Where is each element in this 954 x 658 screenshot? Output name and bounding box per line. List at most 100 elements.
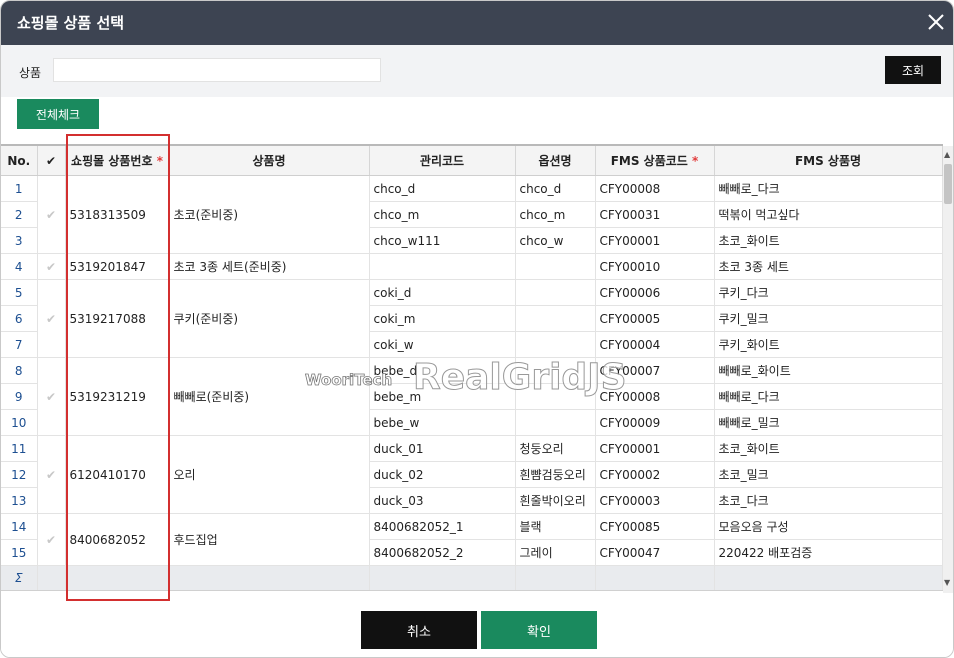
summary-cell (37, 565, 66, 591)
fms-code-cell[interactable]: CFY00010 (595, 253, 715, 280)
option-name-cell[interactable] (515, 409, 596, 436)
product-name-cell[interactable]: 초코(준비중) (169, 175, 370, 254)
mgmt-code-cell[interactable]: chco_w111 (369, 227, 516, 254)
close-icon[interactable] (921, 7, 951, 37)
fms-code-cell[interactable]: CFY00008 (595, 175, 715, 202)
fms-name-cell[interactable]: 220422 배포검증 (714, 539, 943, 566)
scroll-thumb[interactable] (944, 164, 952, 204)
fms-code-cell[interactable]: CFY00006 (595, 279, 715, 306)
row-number: 7 (1, 331, 38, 358)
search-bar: 상품 조회 (1, 45, 953, 97)
dialog-titlebar: 쇼핑몰 상품 선택 (1, 1, 953, 45)
product-name-cell[interactable]: 초코 3종 세트(준비중) (169, 253, 370, 280)
realgrid-watermark: WooriTech RealGridJS (305, 357, 627, 398)
mgmt-code-cell[interactable]: duck_03 (369, 487, 516, 514)
product-name-cell[interactable]: 오리 (169, 435, 370, 514)
cancel-button[interactable]: 취소 (361, 611, 477, 649)
check-all-button[interactable]: 전체체크 (17, 99, 99, 129)
fms-code-cell[interactable]: CFY00002 (595, 461, 715, 488)
row-number: 1 (1, 175, 38, 202)
mgmt-code-cell[interactable]: duck_02 (369, 461, 516, 488)
fms-code-cell[interactable]: CFY00047 (595, 539, 715, 566)
product-name-cell[interactable]: 쿠키(준비중) (169, 279, 370, 358)
fms-name-cell[interactable]: 쿠키_다크 (714, 279, 943, 306)
option-name-cell[interactable]: chco_m (515, 201, 596, 228)
mgmt-code-cell[interactable]: chco_m (369, 201, 516, 228)
option-name-cell[interactable]: 청둥오리 (515, 435, 596, 462)
header-fms-code[interactable]: FMS 상품코드 * (595, 144, 715, 176)
product-search-input[interactable] (53, 58, 381, 82)
confirm-button[interactable]: 확인 (481, 611, 597, 649)
fms-code-cell[interactable]: CFY00003 (595, 487, 715, 514)
row-number: 12 (1, 461, 38, 488)
mgmt-code-cell[interactable]: 8400682052_1 (369, 513, 516, 540)
sigma-icon: Σ (1, 565, 38, 591)
option-name-cell[interactable] (515, 253, 596, 280)
fms-name-cell[interactable]: 빼빼로_화이트 (714, 357, 943, 384)
scroll-down-icon[interactable]: ▼ (944, 578, 950, 587)
mgmt-code-cell[interactable]: bebe_w (369, 409, 516, 436)
option-name-cell[interactable]: 흰줄박이오리 (515, 487, 596, 514)
header-no[interactable]: No. (1, 144, 38, 176)
product-select-dialog: 쇼핑몰 상품 선택 상품 조회 전체체크 No. ✔ 쇼핑몰 상품번호 * 상품… (0, 0, 954, 658)
option-name-cell[interactable]: 그레이 (515, 539, 596, 566)
fms-name-cell[interactable]: 초코_밀크 (714, 461, 943, 488)
summary-cell (714, 565, 943, 591)
svg-text:RealGridJS: RealGridJS (413, 357, 627, 397)
product-name-cell[interactable]: 후드집업 (169, 513, 370, 566)
summary-cell (515, 565, 596, 591)
header-fms-name[interactable]: FMS 상품명 (714, 144, 943, 176)
fms-name-cell[interactable]: 쿠키_화이트 (714, 331, 943, 358)
search-button[interactable]: 조회 (885, 56, 941, 84)
fms-name-cell[interactable]: 모음오음 구성 (714, 513, 943, 540)
header-mgmt-code[interactable]: 관리코드 (369, 144, 516, 176)
header-check[interactable]: ✔ (37, 144, 66, 176)
option-name-cell[interactable]: 블랙 (515, 513, 596, 540)
mgmt-code-cell[interactable]: duck_01 (369, 435, 516, 462)
fms-code-cell[interactable]: CFY00001 (595, 227, 715, 254)
search-label: 상품 (19, 66, 42, 80)
row-checkbox[interactable]: ✔ (37, 175, 66, 254)
fms-code-cell[interactable]: CFY00085 (595, 513, 715, 540)
option-name-cell[interactable]: 흰뺨검둥오리 (515, 461, 596, 488)
mgmt-code-cell[interactable]: chco_d (369, 175, 516, 202)
fms-name-cell[interactable]: 초코_화이트 (714, 227, 943, 254)
vertical-scrollbar[interactable]: ▲ ▼ (943, 146, 953, 593)
fms-name-cell[interactable]: 빼빼로_다크 (714, 383, 943, 410)
fms-name-cell[interactable]: 빼빼로_다크 (714, 175, 943, 202)
mgmt-code-cell[interactable]: 8400682052_2 (369, 539, 516, 566)
svg-text:WooriTech: WooriTech (305, 371, 392, 389)
fms-code-cell[interactable]: CFY00005 (595, 305, 715, 332)
fms-name-cell[interactable]: 초코 3종 세트 (714, 253, 943, 280)
fms-name-cell[interactable]: 쿠키_밀크 (714, 305, 943, 332)
fms-name-cell[interactable]: 초코_화이트 (714, 435, 943, 462)
fms-code-cell[interactable]: CFY00001 (595, 435, 715, 462)
row-number: 9 (1, 383, 38, 410)
summary-cell (595, 565, 715, 591)
fms-code-cell[interactable]: CFY00031 (595, 201, 715, 228)
row-number: 13 (1, 487, 38, 514)
scroll-up-icon[interactable]: ▲ (944, 150, 950, 159)
fms-name-cell[interactable]: 빼빼로_밀크 (714, 409, 943, 436)
mgmt-code-cell[interactable] (369, 253, 516, 280)
row-number: 15 (1, 539, 38, 566)
row-checkbox[interactable]: ✔ (37, 357, 66, 436)
row-checkbox[interactable]: ✔ (37, 513, 66, 566)
header-option-name[interactable]: 옵션명 (515, 144, 596, 176)
fms-code-cell[interactable]: CFY00009 (595, 409, 715, 436)
fms-name-cell[interactable]: 초코_다크 (714, 487, 943, 514)
mgmt-code-cell[interactable]: coki_d (369, 279, 516, 306)
option-name-cell[interactable] (515, 279, 596, 306)
option-name-cell[interactable]: chco_d (515, 175, 596, 202)
row-checkbox[interactable]: ✔ (37, 253, 66, 280)
option-name-cell[interactable]: chco_w (515, 227, 596, 254)
header-product-name[interactable]: 상품명 (169, 144, 370, 176)
row-checkbox[interactable]: ✔ (37, 279, 66, 358)
fms-name-cell[interactable]: 떡볶이 먹고싶다 (714, 201, 943, 228)
row-checkbox[interactable]: ✔ (37, 435, 66, 514)
summary-cell (169, 565, 370, 591)
option-name-cell[interactable] (515, 305, 596, 332)
mgmt-code-cell[interactable]: coki_m (369, 305, 516, 332)
row-number: 10 (1, 409, 38, 436)
dialog-title: 쇼핑몰 상품 선택 (17, 14, 125, 32)
